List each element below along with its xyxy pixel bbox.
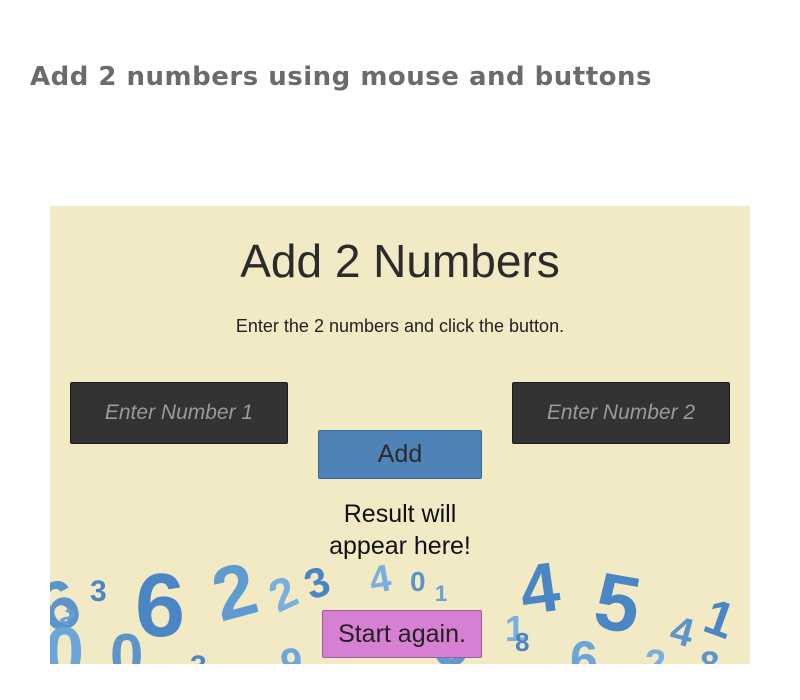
result-line-2: appear here! xyxy=(329,532,471,560)
page-caption: Add 2 numbers using mouse and buttons xyxy=(30,62,652,92)
start-again-button[interactable]: Start again. xyxy=(322,610,482,658)
svg-text:0: 0 xyxy=(410,566,426,597)
svg-text:3: 3 xyxy=(90,575,107,608)
svg-text:3: 3 xyxy=(298,557,336,609)
svg-text:1: 1 xyxy=(697,588,742,650)
svg-text:0: 0 xyxy=(50,613,84,664)
add-numbers-app: 6 3 2 0 0 6 2 2 3 4 0 1 0 9 3 1 8 4 5 6 … xyxy=(50,206,750,664)
svg-text:8: 8 xyxy=(515,627,529,657)
svg-text:3: 3 xyxy=(190,650,207,664)
svg-text:9: 9 xyxy=(280,641,302,664)
instructions-text: Enter the 2 numbers and click the button… xyxy=(235,316,565,336)
result-display: Result will appear here! xyxy=(50,498,750,562)
svg-text:4: 4 xyxy=(366,557,394,602)
svg-text:2: 2 xyxy=(645,643,666,664)
svg-text:2: 2 xyxy=(261,565,305,622)
svg-text:6: 6 xyxy=(135,556,185,656)
svg-text:4: 4 xyxy=(666,608,700,656)
number-1-input[interactable] xyxy=(70,382,288,444)
svg-text:8: 8 xyxy=(700,645,719,664)
result-line-1: Result will xyxy=(343,500,457,528)
app-title: Add 2 Numbers xyxy=(240,235,560,287)
svg-text:6: 6 xyxy=(570,631,598,664)
number-2-input[interactable] xyxy=(512,382,730,444)
add-button[interactable]: Add xyxy=(318,430,482,479)
